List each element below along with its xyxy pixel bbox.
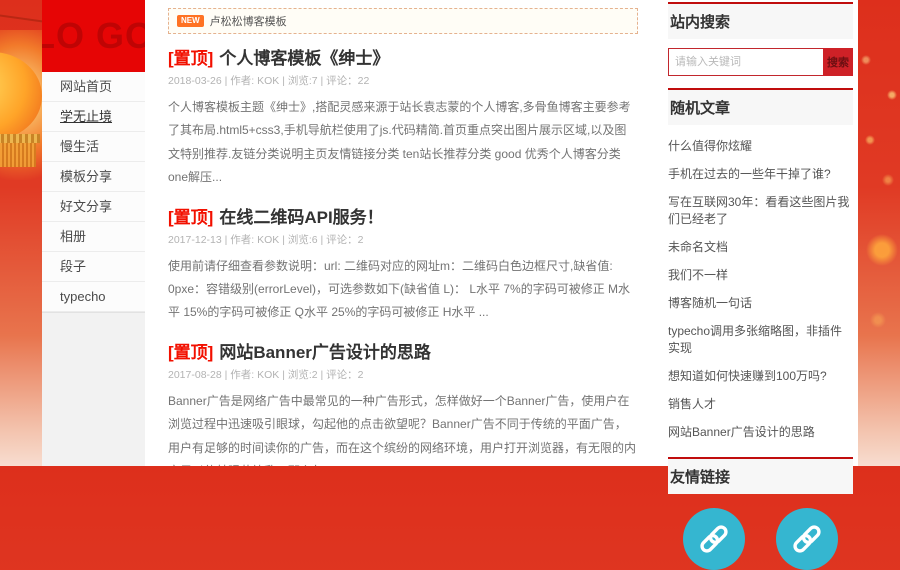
sidebar-item-articles[interactable]: 好文分享 bbox=[42, 192, 145, 222]
links-widget-title: 友情链接 bbox=[668, 457, 853, 494]
post-meta: 2017-12-13 | 作者: KOK | 浏览:6 | 评论：2 bbox=[168, 232, 638, 247]
friend-links-widget: 友情链接 bbox=[668, 457, 853, 570]
left-sidebar: LO GO 网站首页 学无止境 慢生活 模板分享 好文分享 相册 段子 type… bbox=[42, 0, 145, 466]
random-widget-title: 随机文章 bbox=[668, 88, 853, 125]
random-article-link[interactable]: 未命名文档 bbox=[668, 232, 853, 260]
friend-link-button[interactable] bbox=[776, 508, 838, 570]
post-excerpt: 使用前请仔细查看参数说明：url: 二维码对应的网址m：二维码白色边框尺寸,缺省… bbox=[168, 255, 638, 325]
right-background-decoration bbox=[858, 0, 900, 466]
right-sidebar: 站内搜索 搜索 随机文章 什么值得你炫耀 手机在过去的一些年干掉了谁? 写在互联… bbox=[660, 0, 858, 466]
post-meta: 2017-08-28 | 作者: KOK | 浏览:2 | 评论：2 bbox=[168, 367, 638, 382]
lantern-band bbox=[0, 134, 40, 143]
site-logo[interactable]: LO GO bbox=[42, 0, 145, 72]
random-article-link[interactable]: 写在互联网30年：看看这些图片我们已经老了 bbox=[668, 187, 853, 232]
post-excerpt: 个人博客模板主题《绅士》,搭配灵感来源于站长袁志蒙的个人博客,多骨鱼博客主要参考… bbox=[168, 96, 638, 190]
random-article-link[interactable]: 什么值得你炫耀 bbox=[668, 131, 853, 159]
sidebar-item-jokes[interactable]: 段子 bbox=[42, 252, 145, 282]
friend-link-button[interactable] bbox=[683, 508, 745, 570]
random-article-link[interactable]: 手机在过去的一些年干掉了谁? bbox=[668, 159, 853, 187]
sidebar-item-album[interactable]: 相册 bbox=[42, 222, 145, 252]
logo-text: LO GO bbox=[42, 15, 145, 57]
post-title-link[interactable]: [置顶] 在线二维码API服务！ bbox=[168, 203, 638, 228]
random-article-link[interactable]: 销售人才 bbox=[668, 389, 853, 417]
sidebar-item-slowlife[interactable]: 慢生活 bbox=[42, 132, 145, 162]
random-articles-widget: 随机文章 什么值得你炫耀 手机在过去的一些年干掉了谁? 写在互联网30年：看看这… bbox=[668, 88, 853, 445]
left-background-decoration bbox=[0, 0, 42, 466]
post-title-link[interactable]: [置顶] 个人博客模板《绅士》 bbox=[168, 44, 638, 69]
post-item: [置顶] 个人博客模板《绅士》 2018-03-26 | 作者: KOK | 浏览… bbox=[168, 44, 638, 190]
post-item: [置顶] 在线二维码API服务！ 2017-12-13 | 作者: KOK | 浏… bbox=[168, 203, 638, 325]
sticky-tag: [置顶] bbox=[168, 343, 213, 362]
search-widget-title: 站内搜索 bbox=[668, 2, 853, 39]
post-meta: 2018-03-26 | 作者: KOK | 浏览:7 | 评论：22 bbox=[168, 73, 638, 88]
random-article-link[interactable]: 网站Banner广告设计的思路 bbox=[668, 417, 853, 445]
search-button[interactable]: 搜索 bbox=[823, 48, 853, 76]
post-title-text: 网站Banner广告设计的思路 bbox=[219, 343, 431, 362]
random-article-link[interactable]: 想知道如何快速赚到100万吗? bbox=[668, 361, 853, 389]
random-articles-list: 什么值得你炫耀 手机在过去的一些年干掉了谁? 写在互联网30年：看看这些图片我们… bbox=[668, 131, 853, 445]
lantern-fringe bbox=[0, 143, 36, 167]
sidebar-item-typecho[interactable]: typecho bbox=[42, 282, 145, 312]
post-title-text: 个人博客模板《绅士》 bbox=[219, 49, 389, 68]
sidebar-item-learning[interactable]: 学无止境 bbox=[42, 102, 145, 132]
chain-link-icon bbox=[790, 522, 824, 556]
search-bar: 搜索 bbox=[668, 48, 853, 76]
post-title-link[interactable]: [置顶] 网站Banner广告设计的思路 bbox=[168, 338, 638, 363]
sidebar-item-home[interactable]: 网站首页 bbox=[42, 72, 145, 102]
search-widget: 站内搜索 搜索 bbox=[668, 2, 853, 76]
post-excerpt: Banner广告是网络广告中最常见的一种广告形式，怎样做好一个Banner广告，… bbox=[168, 390, 638, 466]
main-nav: 网站首页 学无止境 慢生活 模板分享 好文分享 相册 段子 typecho bbox=[42, 72, 145, 313]
sticky-tag: [置顶] bbox=[168, 208, 213, 227]
sidebar-item-templates[interactable]: 模板分享 bbox=[42, 162, 145, 192]
post-title-text: 在线二维码API服务！ bbox=[219, 208, 383, 227]
friend-links-row bbox=[668, 508, 853, 570]
post-item: [置顶] 网站Banner广告设计的思路 2017-08-28 | 作者: KOK… bbox=[168, 338, 638, 466]
notice-text: 卢松松博客模板 bbox=[210, 13, 287, 29]
main-content: NEW 卢松松博客模板 [置顶] 个人博客模板《绅士》 2018-03-26 | … bbox=[145, 0, 660, 466]
lantern-wire bbox=[0, 13, 42, 25]
new-badge: NEW bbox=[177, 15, 204, 27]
search-input[interactable] bbox=[668, 48, 823, 76]
random-article-link[interactable]: typecho调用多张缩略图，非插件实现 bbox=[668, 316, 853, 361]
notice-banner[interactable]: NEW 卢松松博客模板 bbox=[168, 8, 638, 34]
sticky-tag: [置顶] bbox=[168, 49, 213, 68]
random-article-link[interactable]: 博客随机一句话 bbox=[668, 288, 853, 316]
random-article-link[interactable]: 我们不一样 bbox=[668, 260, 853, 288]
chain-link-icon bbox=[697, 522, 731, 556]
